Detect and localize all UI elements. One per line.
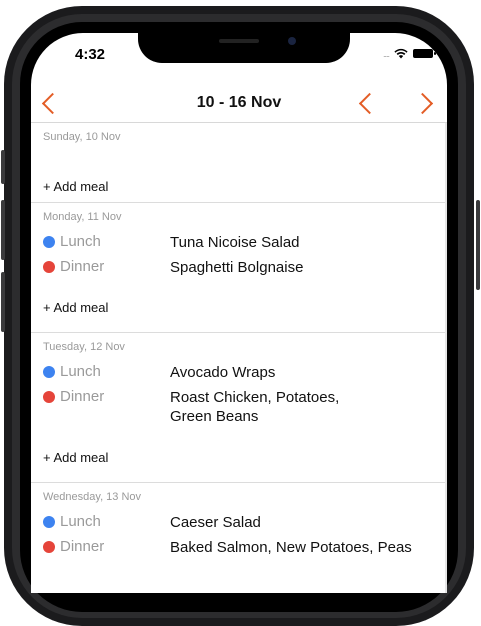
phone-frame: 4:32 .... 10 - 16 Nov Sunday, 10 Nov + A… xyxy=(0,0,481,626)
day-header: Wednesday, 13 Nov xyxy=(43,491,142,503)
meal-row[interactable]: Dinner Spaghetti Bolgnaise xyxy=(31,256,447,281)
day-header: Monday, 11 Nov xyxy=(43,211,122,223)
meal-row[interactable]: Lunch Avocado Wraps xyxy=(31,361,447,386)
speaker xyxy=(219,39,259,43)
meal-plan-list: Sunday, 10 Nov + Add meal Monday, 11 Nov… xyxy=(31,123,447,573)
meal-type: Dinner xyxy=(60,388,105,405)
meal-type: Dinner xyxy=(60,258,105,275)
meal-name: Roast Chicken, Potatoes, Green Beans xyxy=(170,389,340,425)
meal-type: Lunch xyxy=(60,513,101,530)
lunch-dot-icon xyxy=(43,236,55,248)
meal-name: Avocado Wraps xyxy=(170,364,276,381)
wifi-icon xyxy=(394,48,408,59)
day-section: Monday, 11 Nov Lunch Tuna Nicoise Salad … xyxy=(31,203,447,333)
dinner-dot-icon xyxy=(43,261,55,273)
next-week-button[interactable] xyxy=(411,87,434,118)
meal-row[interactable]: Dinner Roast Chicken, Potatoes, Green Be… xyxy=(31,386,447,430)
meal-row[interactable]: Lunch Caeser Salad xyxy=(31,511,447,536)
scroll-edge xyxy=(445,123,447,593)
meal-row[interactable]: Lunch Tuna Nicoise Salad xyxy=(31,231,447,256)
add-meal-button[interactable]: + Add meal xyxy=(31,448,447,479)
meal-type: Dinner xyxy=(60,538,105,555)
app-screen: 4:32 .... 10 - 16 Nov Sunday, 10 Nov + A… xyxy=(31,33,447,593)
status-icons: .... xyxy=(382,48,436,59)
dinner-dot-icon xyxy=(43,391,55,403)
meal-type: Lunch xyxy=(60,233,101,250)
navigation-bar: 10 - 16 Nov xyxy=(31,81,447,125)
side-button xyxy=(476,200,480,290)
status-time: 4:32 xyxy=(75,46,106,63)
side-button xyxy=(1,272,5,332)
meal-row[interactable]: Dinner Baked Salmon, New Potatoes, Peas xyxy=(31,536,447,561)
notch xyxy=(138,33,350,63)
camera-icon xyxy=(288,37,296,45)
meal-type: Lunch xyxy=(60,363,101,380)
day-section: Tuesday, 12 Nov Lunch Avocado Wraps Dinn… xyxy=(31,333,447,483)
signal-icon: .... xyxy=(382,48,390,59)
dinner-dot-icon xyxy=(43,541,55,553)
side-button xyxy=(1,200,5,260)
day-header: Tuesday, 12 Nov xyxy=(43,341,125,353)
battery-icon xyxy=(413,49,436,58)
add-meal-button[interactable]: + Add meal xyxy=(31,298,447,329)
chevron-right-icon xyxy=(411,92,434,115)
meal-name: Caeser Salad xyxy=(170,514,261,531)
side-button xyxy=(1,150,5,184)
lunch-dot-icon xyxy=(43,366,55,378)
week-title: 10 - 16 Nov xyxy=(196,94,282,111)
chevron-left-icon xyxy=(358,92,381,115)
meal-name: Tuna Nicoise Salad xyxy=(170,234,300,251)
meal-name: Baked Salmon, New Potatoes, Peas xyxy=(170,539,412,556)
day-header: Sunday, 10 Nov xyxy=(43,131,121,143)
meal-name: Spaghetti Bolgnaise xyxy=(170,259,304,276)
lunch-dot-icon xyxy=(43,516,55,528)
day-section: Wednesday, 13 Nov Lunch Caeser Salad Din… xyxy=(31,483,447,573)
day-section: Sunday, 10 Nov + Add meal xyxy=(31,123,447,203)
previous-week-button[interactable] xyxy=(358,87,381,118)
